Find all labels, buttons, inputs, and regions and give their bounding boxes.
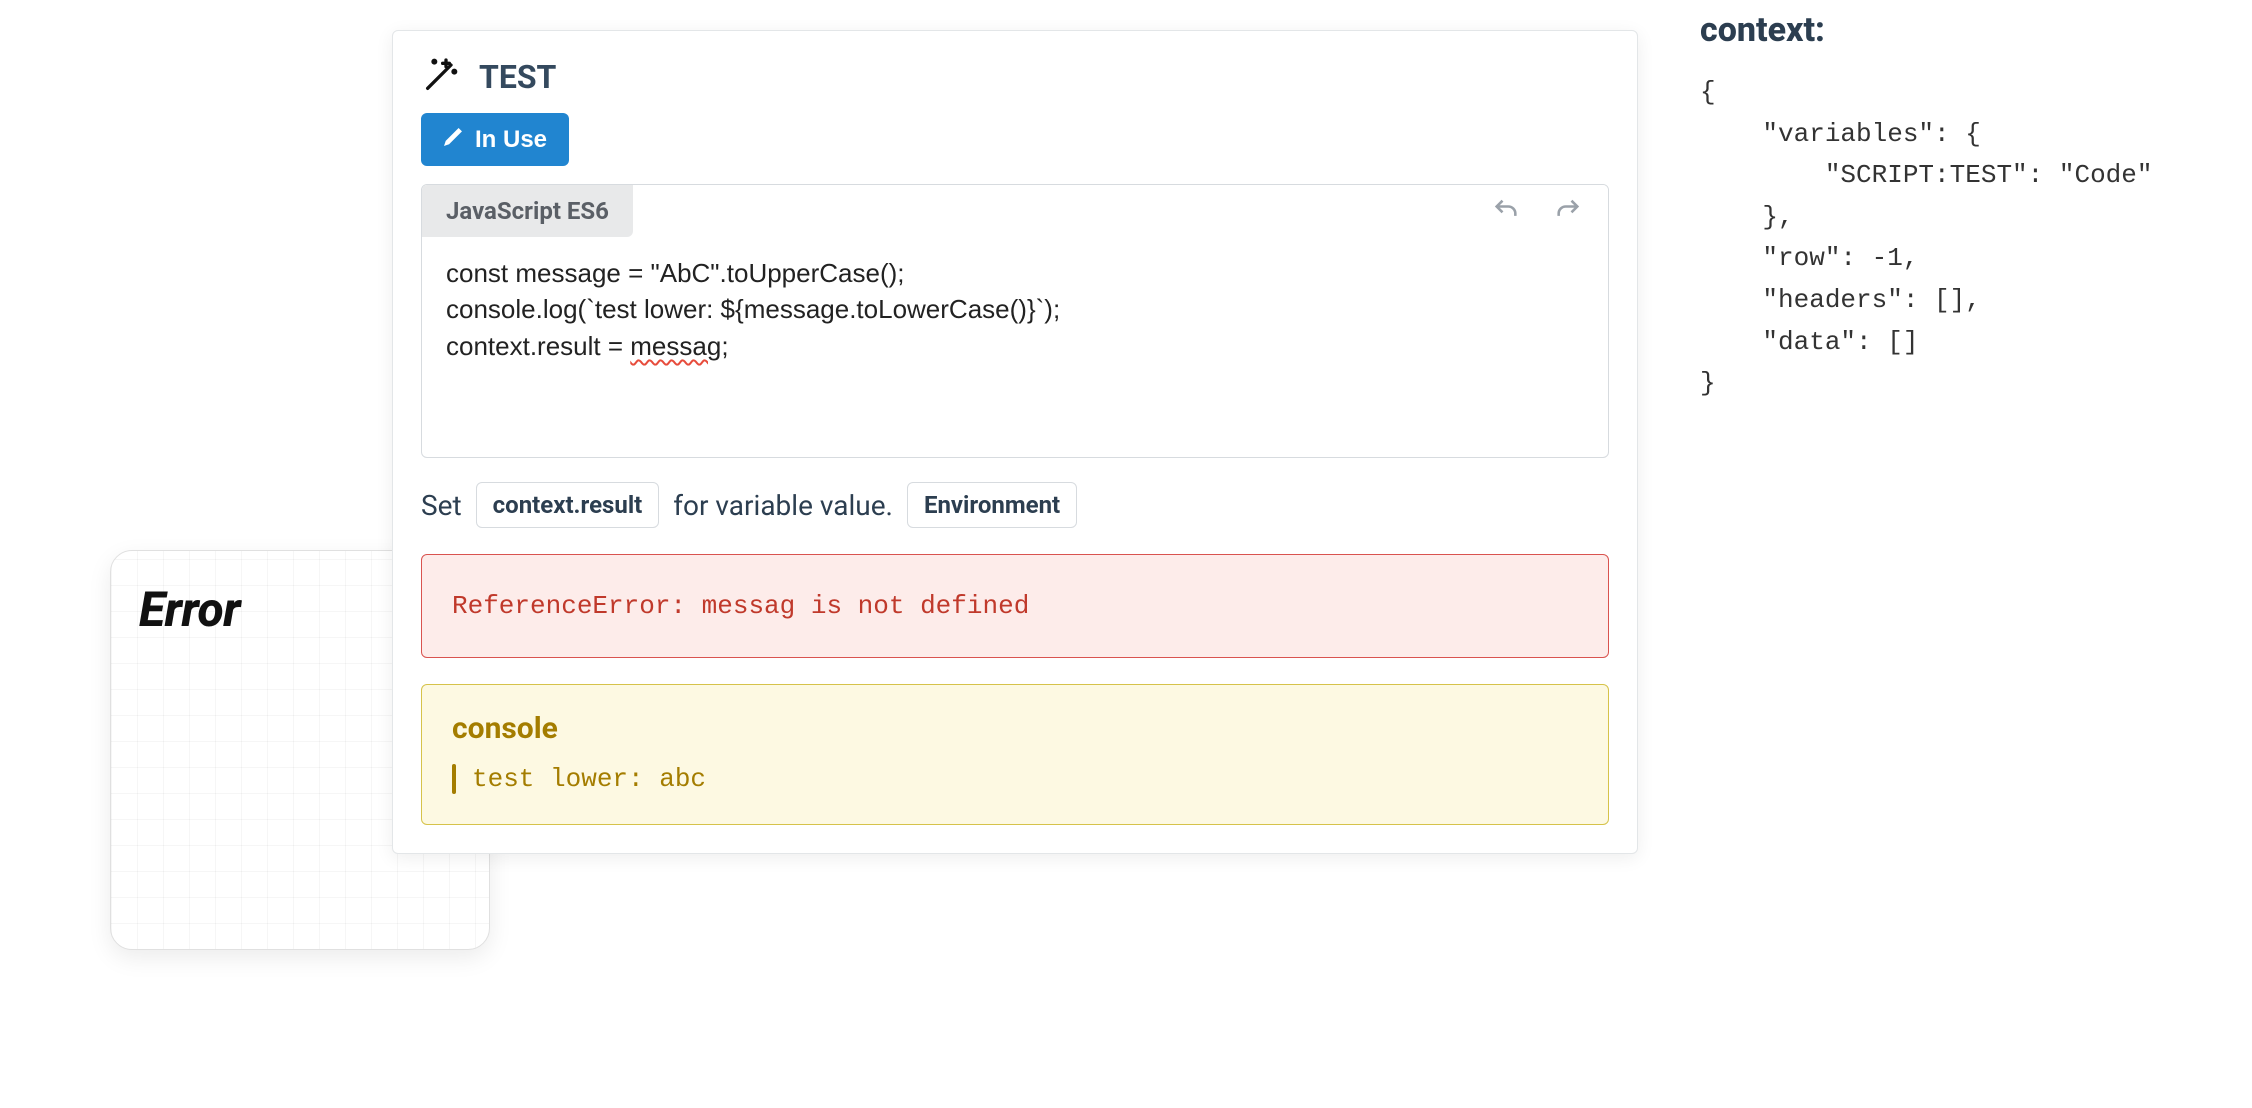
console-line: test lower: abc: [452, 764, 1578, 794]
redo-button[interactable]: [1546, 188, 1590, 235]
panel-title: TEST: [479, 58, 556, 96]
in-use-label: In Use: [475, 126, 547, 154]
code-textarea[interactable]: const message = "AbC".toUpperCase(); con…: [422, 237, 1608, 457]
context-result-pill[interactable]: context.result: [476, 482, 660, 528]
set-prefix: Set: [421, 489, 462, 522]
set-middle: for variable value.: [673, 489, 893, 522]
console-heading: console: [452, 711, 1578, 746]
undo-button[interactable]: [1484, 188, 1528, 235]
set-row: Set context.result for variable value. E…: [421, 482, 1609, 528]
script-editor-panel: TEST In Use JavaScript ES6: [392, 30, 1638, 854]
context-panel: context: { "variables": { "SCRIPT:TEST":…: [1700, 10, 2220, 405]
panel-header: TEST: [421, 55, 1609, 99]
console-text: test lower: abc: [472, 764, 706, 794]
code-toolbar: JavaScript ES6: [422, 185, 1608, 237]
in-use-button[interactable]: In Use: [421, 113, 569, 166]
spell-error: messag: [630, 331, 721, 361]
environment-pill[interactable]: Environment: [907, 482, 1077, 528]
console-output: console test lower: abc: [421, 684, 1609, 825]
context-json: { "variables": { "SCRIPT:TEST": "Code" }…: [1700, 72, 2220, 405]
magic-wand-icon: [421, 55, 461, 99]
pencil-icon: [443, 125, 465, 154]
error-output: ReferenceError: messag is not defined: [421, 554, 1609, 658]
language-chip[interactable]: JavaScript ES6: [422, 185, 633, 237]
console-bar-icon: [452, 764, 456, 794]
toolbar-actions: [1484, 188, 1608, 235]
redo-icon: [1554, 212, 1582, 227]
code-editor: JavaScript ES6: [421, 184, 1609, 458]
undo-icon: [1492, 212, 1520, 227]
context-heading: context:: [1700, 10, 2220, 50]
